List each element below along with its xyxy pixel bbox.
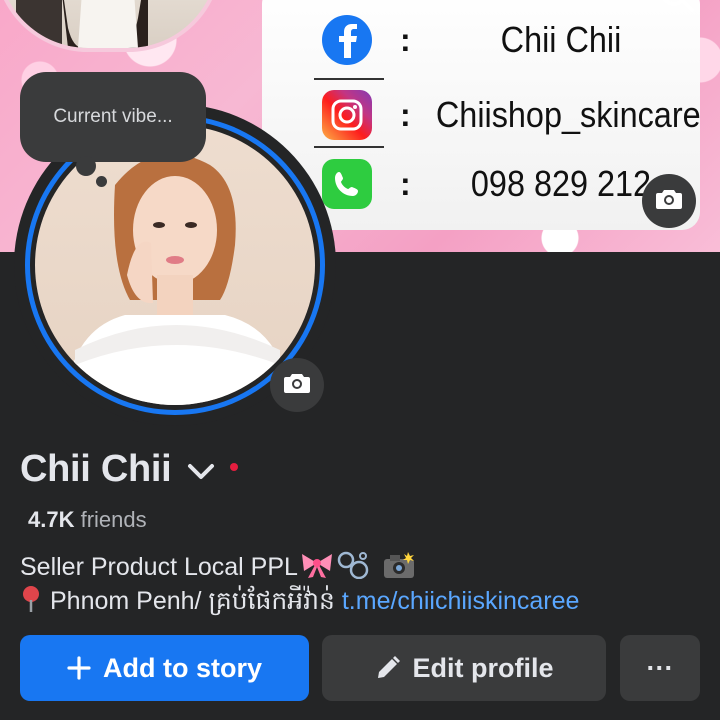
search-icon[interactable]	[656, 0, 696, 17]
friends-count: 4.7K	[28, 507, 75, 532]
cover-portrait-image	[0, 0, 222, 52]
cover-camera-button[interactable]	[642, 174, 696, 228]
current-vibe-bubble[interactable]: Current vibe...	[20, 72, 206, 162]
bio-text: Seller Product Local PPL	[20, 553, 298, 582]
edit-profile-button[interactable]: Edit profile	[322, 635, 606, 701]
bubble-tail-dot	[76, 156, 96, 176]
bio-line-1: Seller Product Local PPL	[20, 550, 416, 587]
more-options-button[interactable]: ···	[620, 635, 700, 701]
facebook-icon	[322, 15, 372, 65]
edit-profile-label: Edit profile	[412, 652, 554, 683]
bio-location-text: Phnom Penh/ គ្រប់ផែកអីវ៉ាន់	[50, 587, 335, 616]
contact-info-card: : Chii Chii : Chiishop_skincare : 098 82…	[262, 0, 701, 230]
divider	[314, 146, 384, 148]
instagram-row: : Chiishop_skincare	[262, 81, 701, 149]
notification-dot	[230, 463, 238, 471]
camera-flash-icon	[382, 550, 416, 587]
profile-name: Chii Chii	[20, 448, 172, 490]
phone-row: : 098 829 212	[262, 154, 700, 222]
phone-icon	[322, 159, 372, 209]
more-dots-icon: ···	[646, 652, 674, 683]
bio-line-2: Phnom Penh/ គ្រប់ផែកអីវ៉ាន់ t.me/chiichi…	[20, 585, 579, 622]
facebook-handle: Chii Chii	[500, 19, 622, 60]
add-to-story-label: Add to story	[103, 652, 262, 683]
current-vibe-placeholder: Current vibe...	[53, 106, 173, 127]
divider	[314, 78, 384, 80]
bubbles-icon	[336, 551, 370, 586]
friends-label: friends	[80, 507, 147, 532]
instagram-handle: Chiishop_skincare	[435, 94, 701, 135]
colon: :	[400, 166, 411, 202]
camera-icon	[656, 188, 682, 215]
instagram-icon	[322, 90, 372, 140]
pencil-icon	[375, 655, 401, 681]
friends-count-line[interactable]: 4.7K friends	[28, 507, 147, 533]
bubble-tail-dot	[96, 176, 107, 187]
add-to-story-button[interactable]: Add to story	[20, 635, 309, 701]
facebook-row: : Chii Chii	[262, 6, 700, 74]
camera-icon	[284, 372, 310, 399]
colon: :	[400, 22, 411, 58]
telegram-link[interactable]: t.me/chiichiiskincaree	[342, 587, 580, 615]
avatar-camera-button[interactable]	[270, 358, 324, 412]
chevron-down-icon[interactable]	[186, 460, 216, 487]
plus-icon	[67, 656, 91, 680]
location-pin-icon	[20, 585, 42, 620]
ribbon-icon	[300, 551, 334, 586]
colon: :	[400, 97, 411, 133]
